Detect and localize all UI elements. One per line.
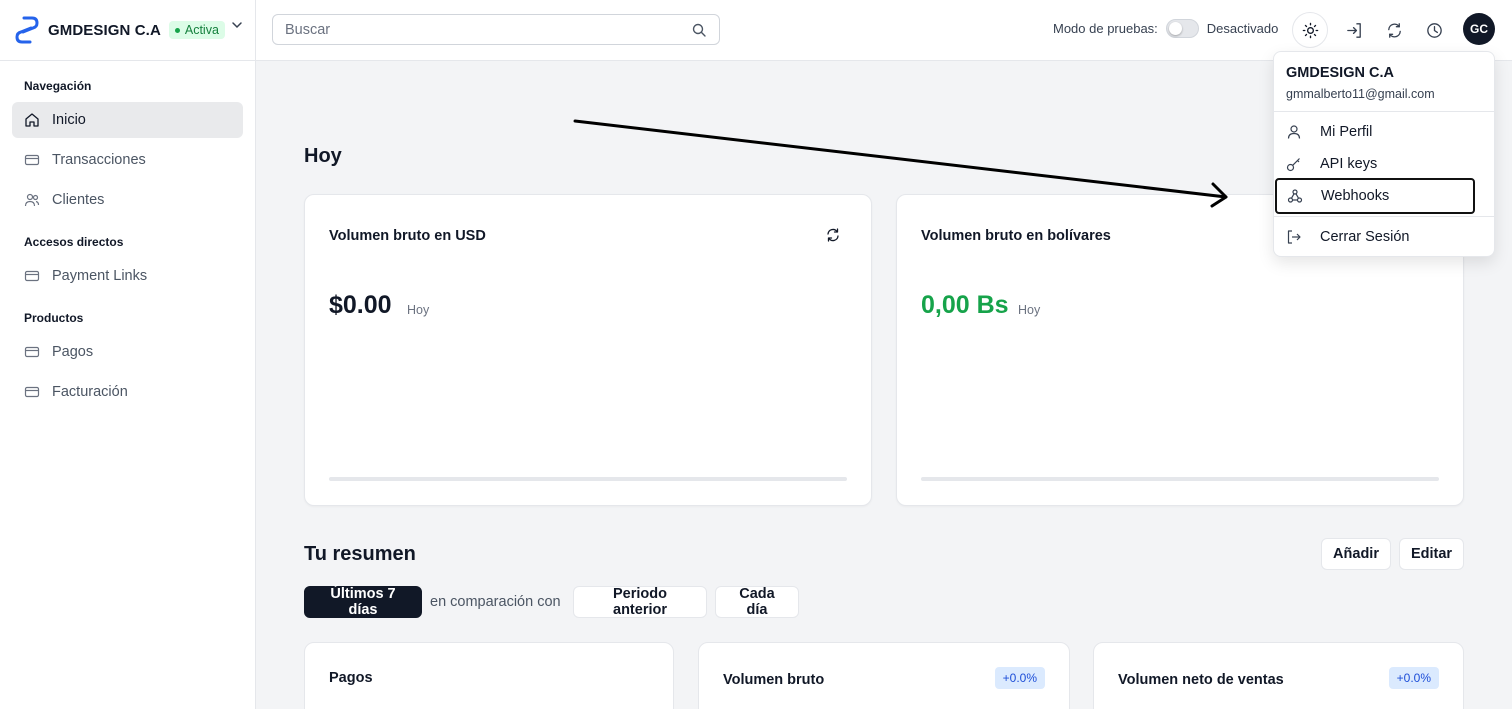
history-button[interactable] (1418, 14, 1450, 46)
change-badge: +0.0% (1388, 667, 1439, 689)
stat-title: Volumen neto de ventas (1118, 672, 1284, 688)
user-icon (1287, 125, 1301, 139)
stat-card-volumen-neto[interactable]: Volumen neto de ventas +0.0% (1093, 642, 1464, 709)
menu-item-profile[interactable]: Mi Perfil (1276, 116, 1474, 148)
menu-item-label: Mi Perfil (1320, 124, 1373, 140)
card-title: Volumen bruto en USD (329, 228, 486, 244)
sidebar-item-transacciones[interactable]: Transacciones (12, 142, 243, 178)
sidebar-item-label: Pagos (52, 344, 94, 360)
interval-button[interactable]: Cada día (715, 586, 799, 618)
search-input[interactable] (285, 21, 691, 38)
status-badge-label: Activa (184, 23, 219, 37)
sync-button[interactable] (1378, 14, 1410, 46)
log-in-icon (1346, 22, 1361, 38)
section-title-products: Productos (24, 311, 84, 325)
credit-card-icon (24, 386, 40, 398)
brand-switcher[interactable]: GMDESIGN C.A Activa (0, 0, 255, 61)
date-range-button[interactable]: Últimos 7 días (304, 586, 422, 618)
stat-card-volumen-bruto[interactable]: Volumen bruto +0.0% (698, 642, 1070, 709)
key-icon (1286, 158, 1300, 172)
chevron-down-icon[interactable] (231, 19, 243, 31)
sidebar-item-pagos[interactable]: Pagos (12, 334, 243, 370)
refresh-icon[interactable] (825, 227, 841, 243)
card-amount: $0.00 (329, 291, 392, 319)
section-heading-today: Hoy (304, 145, 342, 167)
menu-item-logout[interactable]: Cerrar Sesión (1276, 221, 1474, 253)
clock-icon (1426, 22, 1442, 38)
previous-period-button[interactable]: Periodo anterior (573, 586, 707, 618)
divider (1274, 111, 1494, 112)
change-badge: +0.0% (994, 667, 1045, 689)
user-menu-dropdown: GMDESIGN C.A gmmalberto11@gmail.com Mi P… (1273, 51, 1495, 257)
webhook-icon (1287, 189, 1303, 203)
edit-button[interactable]: Editar (1399, 538, 1464, 570)
status-dot-icon (174, 27, 180, 33)
brand-name: GMDESIGN C.A (48, 21, 161, 39)
menu-item-label: API keys (1320, 156, 1378, 172)
sidebar: GMDESIGN C.A Activa Navegación Inicio Tr… (0, 0, 256, 709)
sidebar-item-facturacion[interactable]: Facturación (12, 374, 243, 410)
test-mode-state: Desactivado (1206, 21, 1279, 36)
menu-item-label: Cerrar Sesión (1320, 229, 1410, 245)
test-mode-toggle[interactable] (1165, 19, 1199, 38)
stat-title: Volumen bruto (723, 672, 825, 688)
usd-volume-card: Volumen bruto en USD $0.00 Hoy (304, 194, 872, 506)
sidebar-item-label: Clientes (52, 192, 105, 208)
section-title-navigation: Navegación (24, 79, 92, 93)
credit-card-icon (24, 270, 40, 282)
sun-icon (1302, 22, 1318, 38)
card-chart-baseline (329, 477, 847, 481)
card-period: Hoy (407, 303, 430, 317)
test-mode-control: Modo de pruebas: Desactivado (1053, 19, 1278, 38)
section-title-shortcuts: Accesos directos (24, 235, 124, 249)
home-icon (25, 113, 39, 127)
divider (1274, 216, 1494, 217)
credit-card-icon (24, 346, 40, 358)
card-period: Hoy (1018, 303, 1041, 317)
test-mode-label: Modo de pruebas: (1053, 21, 1158, 36)
theme-toggle-button[interactable] (1292, 12, 1328, 48)
login-button[interactable] (1338, 14, 1370, 46)
card-amount: 0,00 Bs (921, 291, 1009, 319)
sidebar-item-label: Facturación (52, 384, 128, 400)
card-chart-baseline (921, 477, 1439, 481)
menu-item-label: Webhooks (1321, 188, 1390, 204)
avatar[interactable]: GC (1463, 13, 1495, 45)
refresh-icon (1387, 22, 1401, 38)
chain-link-logo-icon (15, 16, 39, 44)
status-badge: Activa (168, 21, 225, 39)
sidebar-item-payment-links[interactable]: Payment Links (12, 258, 243, 294)
sidebar-item-label: Transacciones (52, 152, 146, 168)
credit-card-icon (24, 154, 40, 166)
stat-title: Pagos (329, 670, 373, 686)
sidebar-item-label: Payment Links (52, 268, 148, 284)
sidebar-item-clientes[interactable]: Clientes (12, 182, 243, 218)
menu-item-webhooks[interactable]: Webhooks (1275, 178, 1475, 214)
menu-item-api-keys[interactable]: API keys (1276, 148, 1474, 180)
card-title: Volumen bruto en bolívares (921, 228, 1111, 244)
add-button[interactable]: Añadir (1321, 538, 1391, 570)
search-box[interactable] (272, 14, 720, 45)
log-out-icon (1287, 230, 1301, 244)
users-icon (24, 193, 40, 207)
compare-label: en comparación con (430, 594, 561, 610)
user-menu-email: gmmalberto11@gmail.com (1286, 87, 1435, 101)
sidebar-item-inicio[interactable]: Inicio (12, 102, 243, 138)
user-menu-name: GMDESIGN C.A (1286, 65, 1394, 81)
section-heading-summary: Tu resumen (304, 543, 416, 565)
sidebar-item-label: Inicio (52, 112, 86, 128)
stat-card-pagos[interactable]: Pagos (304, 642, 674, 709)
search-icon[interactable] (691, 22, 707, 38)
